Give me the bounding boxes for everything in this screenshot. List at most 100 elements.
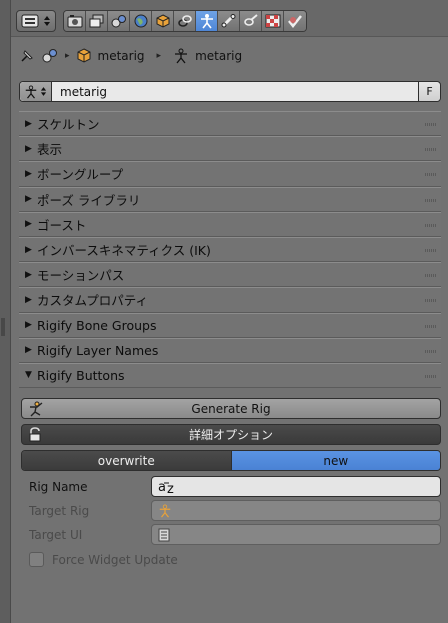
- mode-overwrite-button[interactable]: overwrite: [22, 451, 231, 470]
- target-rig-label: Target Rig: [29, 503, 90, 518]
- sort-alpha-icon: az: [158, 480, 174, 494]
- expand-arrow-icon: ▶: [25, 194, 32, 205]
- texture-icon: [265, 14, 280, 28]
- panel-list: ▶ スケルトン ▶ 表示 ▶ ボーングループ ▶ ポーズ ライブラリ ▶ ゴースト ▶ イン…: [19, 111, 441, 389]
- properties-editor-icon: [21, 14, 39, 28]
- breadcrumb: ▸ metarig ▸ metarig: [19, 44, 439, 68]
- drag-handle-icon[interactable]: [425, 148, 437, 152]
- armature-data-field: metarig F: [19, 81, 441, 102]
- tab-bone[interactable]: [218, 11, 240, 31]
- expand-arrow-icon: ▶: [25, 244, 32, 255]
- object-icon: [77, 48, 91, 63]
- panel-title: Rigify Buttons: [37, 367, 125, 383]
- drag-handle-icon[interactable]: [425, 223, 437, 227]
- drag-handle-icon[interactable]: [425, 123, 437, 126]
- panel-ghost[interactable]: ▶ ゴースト: [19, 211, 441, 237]
- target-ui-label: Target UI: [29, 527, 83, 542]
- pose-icon: [30, 401, 43, 417]
- rig-name-input[interactable]: az: [151, 476, 441, 497]
- panel-title: Rigify Bone Groups: [37, 317, 157, 333]
- panel-rigify-layer-names[interactable]: ▶ Rigify Layer Names: [19, 337, 441, 363]
- data-browse-button[interactable]: [20, 82, 52, 101]
- pin-icon[interactable]: [19, 48, 35, 64]
- rig-name-row: Rig Name az: [21, 476, 441, 497]
- fake-user-button[interactable]: F: [418, 82, 440, 101]
- drag-handle-icon[interactable]: [425, 248, 437, 252]
- drag-handle-icon[interactable]: [425, 299, 437, 303]
- panel-title: ポーズ ライブラリ: [37, 192, 141, 208]
- panel-display[interactable]: ▶ 表示: [19, 136, 441, 162]
- tab-scene[interactable]: [108, 11, 130, 31]
- tab-bone-constraints[interactable]: [240, 11, 262, 31]
- tab-world[interactable]: [130, 11, 152, 31]
- generate-rig-button[interactable]: Generate Rig: [21, 398, 441, 419]
- expand-arrow-icon: ▶: [25, 320, 32, 331]
- force-widget-checkbox[interactable]: [29, 552, 44, 567]
- panel-title: カスタムプロパティ: [37, 293, 149, 309]
- expand-arrow-icon: ▶: [25, 294, 32, 305]
- left-region-edge: [0, 0, 10, 623]
- drag-handle-icon[interactable]: [425, 374, 437, 378]
- chevron-updown-icon: [44, 16, 50, 26]
- target-ui-row: Target UI: [21, 524, 441, 545]
- tab-render-layers[interactable]: [86, 11, 108, 31]
- armature-data-icon: [200, 14, 213, 29]
- mode-new-button[interactable]: new: [230, 451, 440, 470]
- region-resize-handle[interactable]: [1, 318, 5, 336]
- target-rig-input[interactable]: [151, 500, 441, 521]
- expand-arrow-icon: ▶: [25, 269, 32, 280]
- render-layers-icon: [89, 14, 103, 28]
- advanced-options-label: 詳細オプション: [188, 428, 273, 442]
- editor-type-menu[interactable]: [16, 10, 56, 32]
- data-name-input[interactable]: metarig: [52, 85, 418, 99]
- target-ui-input[interactable]: [151, 524, 441, 545]
- drag-handle-icon[interactable]: [425, 349, 437, 353]
- advanced-options-button[interactable]: 詳細オプション: [21, 424, 441, 445]
- panel-title: 表示: [37, 142, 63, 158]
- panel-bone-groups[interactable]: ▶ ボーングループ: [19, 161, 441, 187]
- panel-inverse-kinematics[interactable]: ▶ インバースキネマティクス (IK): [19, 236, 441, 263]
- expand-arrow-icon: ▶: [25, 168, 32, 179]
- tab-render[interactable]: [64, 11, 86, 31]
- scene-icon: [111, 15, 126, 28]
- armature-data-icon: [25, 84, 37, 99]
- panel-title: ゴースト: [37, 217, 87, 233]
- rig-name-label: Rig Name: [29, 479, 88, 494]
- drag-handle-icon[interactable]: [425, 173, 437, 177]
- panel-rigify-bone-groups[interactable]: ▶ Rigify Bone Groups: [19, 312, 441, 338]
- force-widget-label: Force Widget Update: [52, 552, 178, 567]
- drag-handle-icon[interactable]: [425, 198, 437, 202]
- expand-arrow-icon: ▶: [25, 345, 32, 356]
- panel-motion-paths[interactable]: ▶ モーションパス: [19, 262, 441, 288]
- properties-editor: ▸ metarig ▸ metarig metarig F ▶ スケルトン ▶ 表示…: [10, 0, 448, 623]
- panel-rigify-buttons[interactable]: ▼ Rigify Buttons: [19, 362, 441, 389]
- editor-header: [11, 0, 448, 37]
- drag-handle-icon[interactable]: [425, 324, 437, 328]
- collapse-arrow-icon: ▼: [25, 370, 32, 381]
- svg-text:a: a: [158, 480, 166, 494]
- breadcrumb-data: metarig: [195, 49, 243, 63]
- bone-icon: [221, 14, 235, 28]
- tab-constraints[interactable]: [174, 11, 196, 31]
- expand-arrow-icon: ▶: [25, 143, 32, 154]
- tab-material[interactable]: [284, 11, 306, 31]
- panel-custom-properties[interactable]: ▶ カスタムプロパティ: [19, 287, 441, 313]
- panel-pose-library[interactable]: ▶ ポーズ ライブラリ: [19, 186, 441, 212]
- drag-handle-icon[interactable]: [425, 274, 437, 278]
- scene-icon: [42, 49, 57, 63]
- expand-arrow-icon: ▶: [25, 219, 32, 230]
- tab-texture[interactable]: [262, 11, 284, 31]
- armature-object-icon: [159, 503, 171, 518]
- bone-constraints-icon: [243, 14, 258, 26]
- tab-object[interactable]: [152, 11, 174, 31]
- panel-title: インバースキネマティクス (IK): [37, 243, 211, 259]
- breadcrumb-separator: ▸: [156, 51, 162, 61]
- lock-icon: [29, 427, 41, 442]
- context-tabs: [63, 10, 307, 32]
- panel-title: ボーングループ: [37, 167, 124, 183]
- material-icon: [288, 15, 302, 28]
- panel-skeleton[interactable]: ▶ スケルトン: [19, 111, 441, 137]
- tab-armature-data[interactable]: [196, 11, 218, 31]
- object-icon: [156, 14, 169, 28]
- expand-arrow-icon: ▶: [25, 118, 32, 129]
